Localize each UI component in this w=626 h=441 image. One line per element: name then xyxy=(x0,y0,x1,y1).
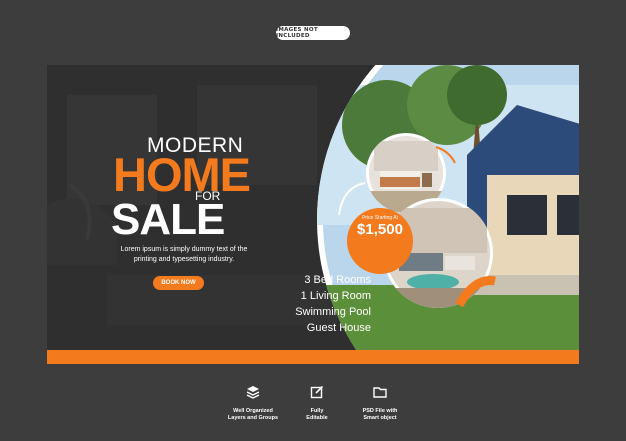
feature-editable: Fully Editable xyxy=(282,385,352,422)
price-value: $1,500 xyxy=(357,220,403,238)
folder-icon xyxy=(373,387,387,398)
feature-label: Well Organized Layers and Groups xyxy=(227,408,279,421)
price-badge: Price Starting At $1,500 xyxy=(347,206,413,246)
feature-layers: Well Organized Layers and Groups xyxy=(218,385,288,422)
layers-icon xyxy=(246,386,260,399)
web-banner: Price Starting At $1,500 MODERN HOME FOR… xyxy=(47,65,579,364)
feature-label: Fully Editable xyxy=(306,408,328,421)
feature-item: 1 Living Room xyxy=(300,290,371,302)
headline-home: HOME xyxy=(113,148,251,201)
images-not-included-badge: IMAGES NOT INCLUDED xyxy=(276,26,350,40)
feature-icons-row: Well Organized Layers and Groups Fully E… xyxy=(0,385,626,435)
edit-icon xyxy=(310,385,324,399)
description-text: Lorem ipsum is simply dummy text of the … xyxy=(120,246,248,263)
headline-sale: SALE xyxy=(111,195,225,244)
feature-label: PSD File with Smart object xyxy=(362,408,398,421)
feature-item: Guest House xyxy=(306,322,371,334)
features-list: 3 Bed Rooms 1 Living Room Swimming Pool … xyxy=(276,272,371,336)
feature-psd: PSD File with Smart object xyxy=(345,385,415,422)
book-now-button[interactable]: BOOK NOW xyxy=(153,276,204,290)
feature-item: 3 Bed Rooms xyxy=(304,274,371,286)
bottom-accent-bar xyxy=(47,350,579,364)
feature-item: Swimming Pool xyxy=(295,306,371,318)
